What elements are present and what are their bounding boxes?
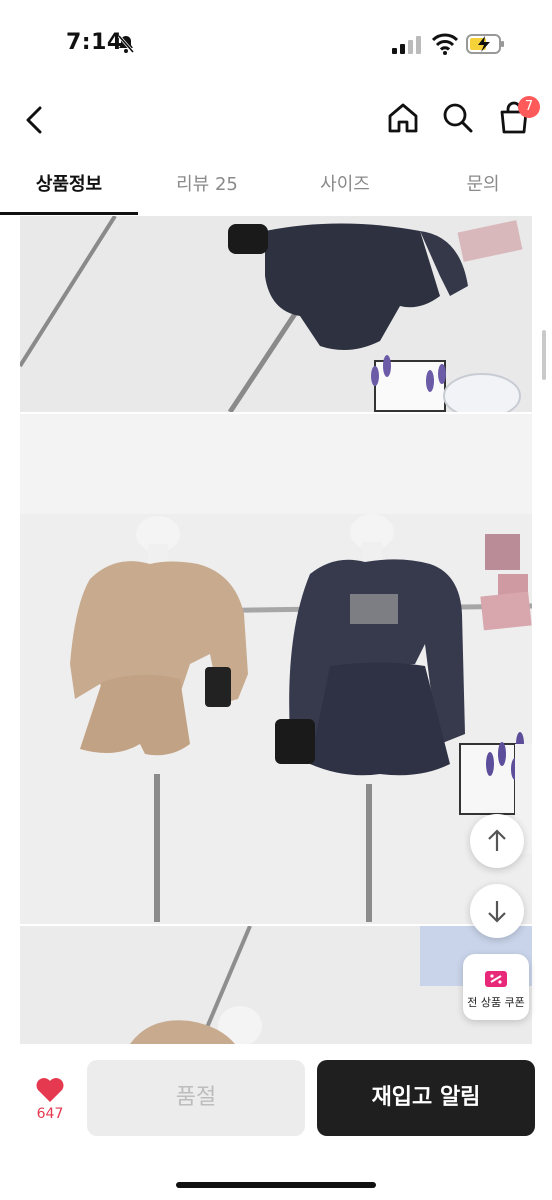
arrow-up-icon	[488, 829, 506, 851]
home-indicator	[176, 1182, 376, 1188]
active-tab-indicator	[0, 212, 138, 215]
product-photo	[20, 216, 532, 412]
restock-alert-button[interactable]: 재입고 알림	[317, 1060, 535, 1136]
back-arrow-icon[interactable]	[18, 102, 50, 138]
tab-size[interactable]: 사이즈	[276, 160, 414, 214]
home-icon[interactable]	[385, 100, 421, 136]
like-count: 647	[36, 1106, 64, 1122]
product-photo	[20, 414, 532, 924]
top-nav: 7	[0, 90, 552, 152]
tab-inquiry[interactable]: 문의	[414, 160, 552, 214]
heart-icon	[36, 1078, 64, 1102]
product-photo	[20, 926, 532, 1044]
arrow-down-icon	[488, 901, 506, 923]
cart-count-badge: 7	[518, 96, 540, 118]
product-tabs: 상품정보 리뷰 25 사이즈 문의	[0, 160, 552, 217]
wifi-icon	[432, 33, 458, 55]
tab-product-info[interactable]: 상품정보	[0, 160, 138, 214]
cellular-signal-icon	[392, 36, 421, 54]
bell-muted-icon	[117, 35, 135, 53]
bottom-action-bar: 647 품절 재입고 알림	[0, 1044, 552, 1200]
coupon-icon	[485, 971, 507, 987]
battery-charging-icon	[466, 34, 504, 54]
status-bar: 7:14	[0, 0, 552, 90]
like-button[interactable]: 647	[20, 1072, 80, 1132]
sold-out-button: 품절	[87, 1060, 305, 1136]
tab-reviews[interactable]: 리뷰 25	[138, 160, 276, 214]
coupon-button[interactable]: 전 상품 쿠폰	[463, 954, 529, 1020]
scrollbar[interactable]	[542, 330, 546, 380]
scroll-bottom-button[interactable]	[470, 884, 524, 938]
coupon-label: 전 상품 쿠폰	[467, 996, 525, 1009]
scroll-top-button[interactable]	[470, 814, 524, 868]
search-icon[interactable]	[440, 100, 476, 136]
status-time: 7:14	[66, 30, 123, 55]
